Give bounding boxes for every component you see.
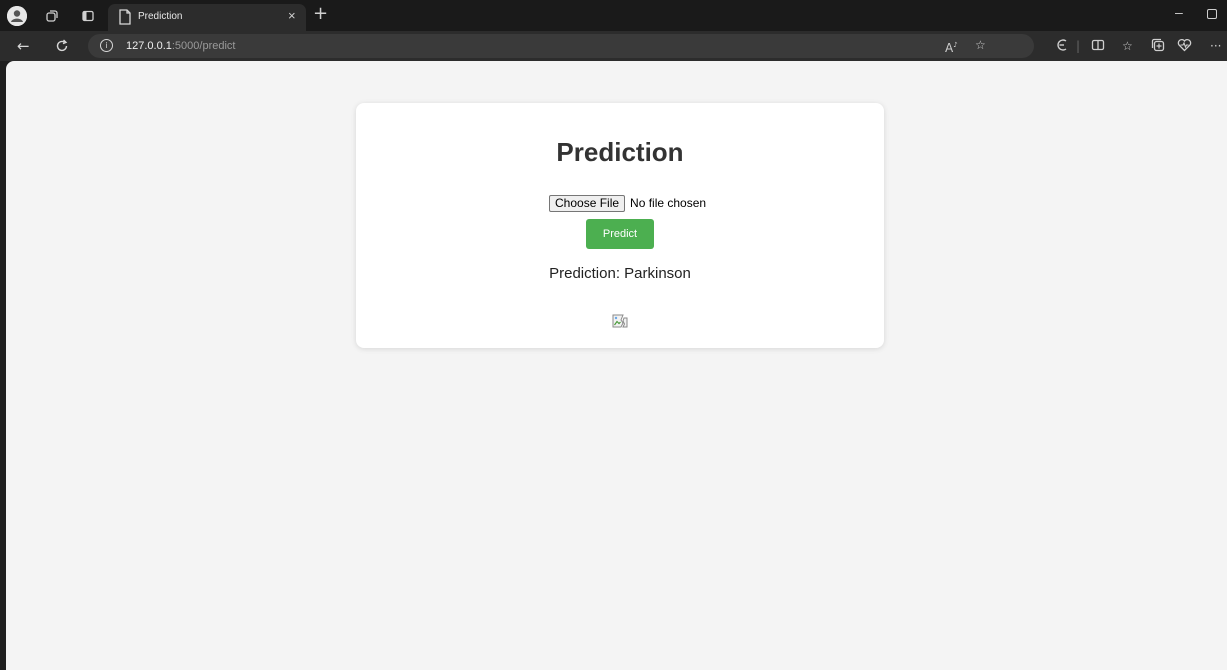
file-input[interactable]: Choose File No file chosen <box>549 194 706 212</box>
choose-file-button[interactable]: Choose File <box>549 194 626 212</box>
copilot-icon[interactable] <box>1055 38 1069 56</box>
prediction-card: Prediction Choose File No file chosen Pr… <box>356 103 884 348</box>
prediction-result: Prediction: Parkinson <box>549 265 691 282</box>
browser-window: Prediction × + – ← i 127.0.0.1:5000/pred… <box>0 0 1227 670</box>
page-icon <box>119 9 131 25</box>
split-screen-icon[interactable] <box>1091 38 1105 56</box>
url-path: :5000/predict <box>171 40 236 52</box>
close-icon[interactable]: × <box>288 8 296 23</box>
address-bar[interactable]: i 127.0.0.1:5000/predict A♪ ☆ <box>88 34 1034 58</box>
restore-icon[interactable] <box>1207 9 1217 19</box>
read-aloud-icon[interactable]: A♪ <box>945 37 958 56</box>
minimize-icon[interactable]: – <box>1175 4 1183 20</box>
broken-image-icon <box>612 314 628 328</box>
address-toolbar: ← i 127.0.0.1:5000/predict A♪ ☆ | ☆ ··· <box>0 31 1227 61</box>
plus-icon[interactable]: + <box>313 3 328 24</box>
tab-bar: Prediction × + – <box>0 0 1227 31</box>
url-text: 127.0.0.1:5000/predict <box>126 40 235 52</box>
profile-icon[interactable] <box>7 6 27 26</box>
favorites-icon[interactable]: ☆ <box>1122 38 1133 54</box>
workspaces-icon[interactable] <box>42 6 62 26</box>
favorite-star-icon[interactable]: ☆ <box>975 37 986 53</box>
predict-button[interactable]: Predict <box>586 219 654 249</box>
browser-essentials-icon[interactable] <box>1177 38 1192 56</box>
tab-actions-icon[interactable] <box>78 6 98 26</box>
file-status-text: No file chosen <box>630 196 707 210</box>
page-title: Prediction <box>556 137 684 167</box>
toolbar-divider: | <box>1076 39 1081 53</box>
tab-prediction[interactable]: Prediction × <box>108 4 306 31</box>
page-viewport: Prediction Choose File No file chosen Pr… <box>6 61 1227 670</box>
back-icon[interactable]: ← <box>17 36 30 56</box>
collections-icon[interactable] <box>1151 38 1165 56</box>
more-icon[interactable]: ··· <box>1210 38 1221 54</box>
tab-title: Prediction <box>138 11 183 22</box>
url-host: 127.0.0.1 <box>126 40 172 52</box>
refresh-icon[interactable] <box>55 36 69 58</box>
info-icon[interactable]: i <box>100 39 113 52</box>
